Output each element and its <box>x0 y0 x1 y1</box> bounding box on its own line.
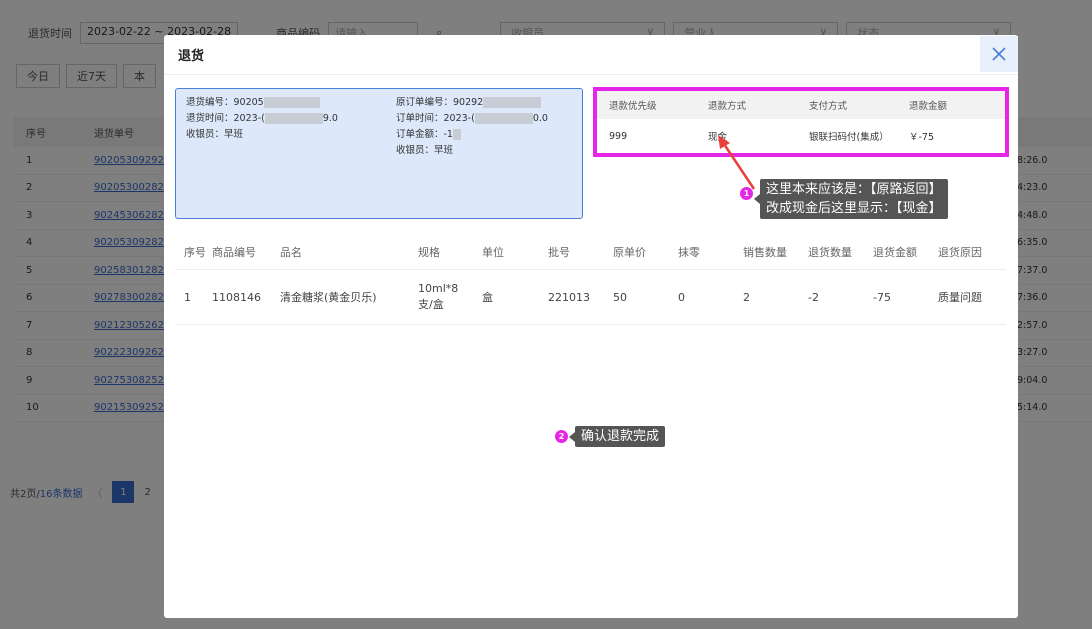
annotation-note-2: 确认退款完成 <box>568 426 666 447</box>
goods-unit: 盒 <box>482 291 493 304</box>
col-return-qty: 退货数量 <box>808 246 852 259</box>
goods-return-amount: -75 <box>873 290 891 304</box>
goods-table: 序号 商品编号 品名 规格 单位 批号 原单价 抹零 销售数量 退货数量 退货金… <box>176 235 1006 325</box>
goods-rounding: 0 <box>678 290 685 304</box>
col-index: 序号 <box>184 246 206 259</box>
col-return-reason: 退货原因 <box>938 246 982 259</box>
goods-return-reason: 质量问题 <box>938 291 982 304</box>
annotation-note-1: 这里本来应该是：【原路返回】 改成现金后这里显示：【现金】 <box>754 179 948 219</box>
goods-batch: 221013 <box>548 290 590 304</box>
return-no: 退货编号：90205 <box>186 95 338 111</box>
highlight-box <box>593 87 1009 157</box>
goods-table-header: 序号 商品编号 品名 规格 单位 批号 原单价 抹零 销售数量 退货数量 退货金… <box>176 235 1006 269</box>
modal-title: 退货 <box>164 35 1018 75</box>
col-unit: 单位 <box>482 246 504 259</box>
return-info-box: 退货编号：90205 退货时间：2023-(9.0 收银员：早班 原订单编号：9… <box>175 88 583 219</box>
orig-order-no: 原订单编号：90292 <box>396 95 548 111</box>
goods-price: 50 <box>613 290 627 304</box>
return-time: 退货时间：2023-(9.0 <box>186 113 338 124</box>
col-return-amount: 退货金额 <box>873 246 917 259</box>
close-button[interactable] <box>980 36 1018 72</box>
annotation-badge-2: 2 <box>555 430 568 443</box>
col-spec: 规格 <box>418 246 440 259</box>
col-sale-qty: 销售数量 <box>743 246 787 259</box>
goods-spec: 10ml*8 支/盒 <box>418 282 459 311</box>
cashier: 收银员：早班 <box>186 129 244 140</box>
goods-index: 1 <box>184 290 191 304</box>
goods-return-qty: -2 <box>808 290 819 304</box>
cashier-2: 收银员：早班 <box>396 145 454 156</box>
annotation-arrow <box>718 135 756 190</box>
order-amount: 订单金额：-1 <box>396 127 548 143</box>
goods-code: 1108146 <box>212 290 261 304</box>
close-icon <box>992 47 1006 61</box>
col-price: 原单价 <box>613 246 646 259</box>
return-modal: 退货 退货编号：90205 退货时间：2023-(9.0 收银员：早班 原订单编… <box>164 35 1018 618</box>
col-goods-name: 品名 <box>280 246 302 259</box>
order-time: 订单时间：2023-(0.0 <box>396 113 548 124</box>
col-goods-code: 商品编号 <box>212 246 256 259</box>
annotation-badge-1: 1 <box>740 187 753 200</box>
table-row: 1 1108146 清金糖浆(黄金贝乐) 10ml*8 支/盒 盒 221013 … <box>176 269 1006 325</box>
col-batch: 批号 <box>548 246 570 259</box>
goods-sale-qty: 2 <box>743 290 750 304</box>
col-rounding: 抹零 <box>678 246 700 259</box>
goods-name: 清金糖浆(黄金贝乐) <box>280 291 377 304</box>
